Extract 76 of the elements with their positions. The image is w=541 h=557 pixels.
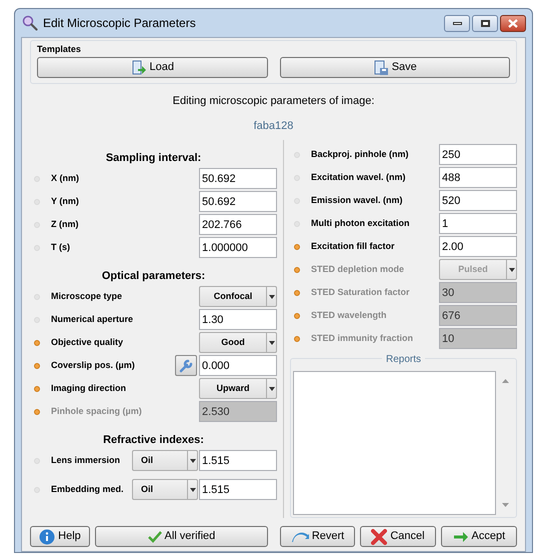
group-title: Templates [37,43,82,56]
scroll-up-arrow-icon[interactable] [502,379,508,383]
cross-icon [371,528,388,544]
caret-icon [266,379,276,398]
wrench-button[interactable] [175,355,198,376]
curved-arrow-icon [290,530,309,542]
close-button[interactable] [500,14,526,32]
input-field[interactable]: 488 [439,167,517,188]
field-label: Embedding med. [50,482,125,496]
maximize-button[interactable] [472,14,498,32]
save-button[interactable]: Save [280,57,510,78]
field-label: Excitation fill factor [310,240,396,253]
close-icon [508,18,518,28]
field-label: STED depletion mode [310,262,406,276]
input-field[interactable]: 1.515 [199,479,277,500]
caret-icon [187,480,197,499]
section-title: Optical parameters: [100,269,206,284]
revert-button[interactable]: Revert [280,526,356,547]
checkmark-icon [148,530,162,542]
input-field[interactable]: 50.692 [199,168,278,189]
field-label: Objective quality [50,336,124,349]
minimize-button[interactable] [444,14,470,32]
field-label: X (nm) [50,172,80,185]
dropdown[interactable]: Upward [199,378,278,399]
field-label: Multi photon excitation [310,216,410,230]
field-label: Y (nm) [50,194,80,208]
field-label: Backproj. pinhole (nm) [310,148,410,161]
input-field[interactable]: 2.00 [439,236,517,257]
caret-icon [266,333,276,352]
field-label: Imaging direction [50,382,128,395]
image-name: faba128 [252,118,294,134]
accept-button[interactable]: Accept [440,526,517,547]
document-disk-icon [372,60,389,76]
dropdown[interactable]: Oil [132,479,198,500]
input-field[interactable]: 1.515 [199,450,277,471]
input-field[interactable]: 1.30 [199,309,278,330]
input-field[interactable]: 520 [439,190,517,211]
input-field[interactable]: 250 [439,144,517,165]
section-title: Refractive indexes: [102,433,205,448]
field-label: Numerical aperture [50,312,134,326]
caret-icon [506,260,516,279]
reports-text-area[interactable] [293,371,496,515]
verified-button[interactable]: All verified [94,526,268,547]
group-title: Reports [382,352,425,367]
window-title: Edit Microscopic Parameters [43,15,196,32]
input-field[interactable]: 202.766 [199,214,278,235]
info-icon [39,528,56,544]
section-title: Sampling interval: [104,151,202,166]
input-field[interactable]: 1 [439,213,517,234]
input-field[interactable]: 0.000 [199,355,278,376]
cancel-button[interactable]: Cancel [360,526,436,547]
field-label: STED immunity fraction [310,332,414,345]
field-label: Coverslip pos. (µm) [50,358,136,372]
field-label: Excitation wavel. (nm) [310,170,407,184]
dropdown[interactable]: Confocal [199,286,278,307]
field-label: Lens immersion [50,454,122,467]
help-button[interactable]: Help [30,526,90,547]
input-field[interactable]: 50.692 [199,191,278,212]
caret-icon [187,451,197,470]
magnifier-icon [22,15,38,31]
right-arrow-icon [452,532,468,542]
field-label: STED Saturation factor [310,286,411,299]
field-label: Pinhole spacing (µm) [50,404,143,418]
field-label: Microscope type [50,290,124,303]
field-label: T (s) [50,240,71,254]
dialog-heading: Editing microscopic parameters of image: [172,94,376,109]
field-label: Z (nm) [50,218,80,231]
input-field[interactable]: 1.000000 [199,237,278,258]
load-button[interactable]: Load [37,57,268,78]
document-arrow-icon [130,60,146,76]
field-label: STED wavelength [310,308,388,322]
dropdown[interactable]: Oil [132,450,198,471]
caret-icon [266,287,276,306]
dropdown[interactable]: Good [199,332,278,353]
scroll-down-arrow-icon[interactable] [502,503,508,507]
field-label: Emission wavel. (nm) [310,194,404,207]
